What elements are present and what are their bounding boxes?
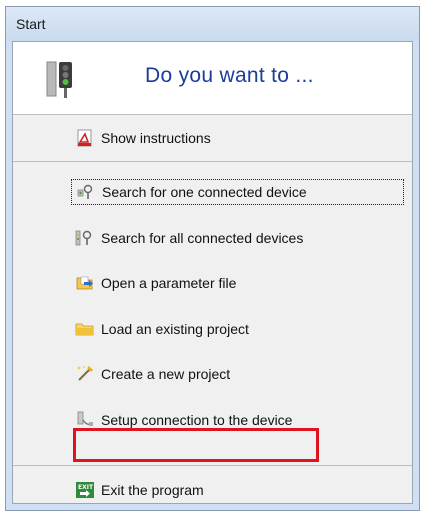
show-instructions-item[interactable]: Show instructions (75, 125, 211, 151)
search-one-device-item[interactable]: Search for one connected device (71, 179, 404, 205)
window-title: Start (16, 16, 46, 32)
search-devices-icon (75, 230, 92, 246)
create-project-item[interactable]: Create a new project (75, 361, 230, 387)
setup-connection-label: Setup connection to the device (101, 412, 293, 428)
show-instructions-label: Show instructions (101, 130, 211, 146)
new-project-icon (77, 366, 93, 381)
instructions-section (13, 115, 412, 162)
folder-icon (75, 323, 94, 336)
traffic-light-icon (46, 61, 72, 98)
exit-section (13, 466, 412, 504)
open-parameter-file-label: Open a parameter file (101, 275, 237, 291)
load-project-label: Load an existing project (101, 321, 249, 337)
title-bar: Start (6, 7, 419, 41)
search-all-devices-label: Search for all connected devices (101, 230, 304, 246)
search-device-icon (77, 184, 93, 199)
dialog-heading: Do you want to ... (145, 64, 314, 87)
open-parameter-file-item[interactable]: Open a parameter file (75, 270, 236, 296)
start-dialog: Start Do you want to ... Show instructio… (5, 6, 420, 511)
exit-program-item[interactable]: EXIT Exit the program (75, 477, 204, 503)
dialog-content: Do you want to ... Show instructions Sea… (12, 41, 413, 504)
search-all-devices-item[interactable]: Search for all connected devices (75, 225, 303, 251)
create-project-label: Create a new project (101, 366, 231, 382)
open-file-icon (76, 276, 93, 290)
highlight-annotation (73, 428, 319, 462)
exit-icon: EXIT (76, 482, 94, 498)
pdf-document-icon (77, 129, 92, 147)
connection-icon (77, 411, 93, 426)
load-project-item[interactable]: Load an existing project (75, 316, 249, 342)
svg-text:EXIT: EXIT (78, 484, 94, 491)
dialog-header: Do you want to ... (13, 42, 412, 115)
search-one-device-label: Search for one connected device (102, 184, 307, 200)
exit-program-label: Exit the program (101, 482, 204, 498)
